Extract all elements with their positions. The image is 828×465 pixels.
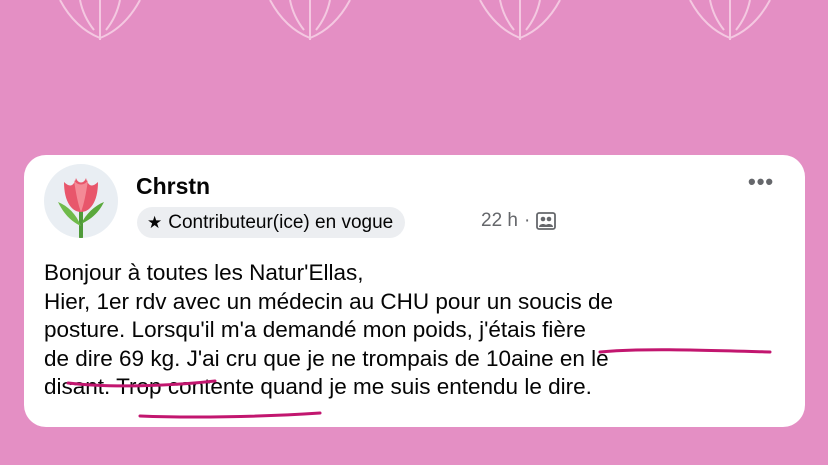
post-card: Chrstn ★ Contributeur(ice) en vogue 22 h… <box>24 155 805 427</box>
more-icon[interactable]: ••• <box>748 169 774 195</box>
author-name[interactable]: Chrstn <box>136 173 210 200</box>
tulip-icon <box>58 178 104 238</box>
post-meta: 22 h · <box>481 210 557 232</box>
badge[interactable]: ★ Contributeur(ice) en vogue <box>137 207 406 238</box>
post-line: Bonjour à toutes les Natur'Ellas, <box>44 260 364 285</box>
post-line: posture. Lorsqu'il m'a demandé mon poids… <box>44 317 586 342</box>
group-icon[interactable] <box>536 212 557 230</box>
timestamp[interactable]: 22 h <box>481 210 518 232</box>
meta-separator: · <box>523 210 531 231</box>
post-line: de dire 69 kg. J'ai cru que je ne trompa… <box>44 345 609 371</box>
post-line: Hier, 1er rdv avec un médecin au CHU pou… <box>44 288 614 314</box>
badge-label: Contributeur(ice) en vogue <box>168 211 394 233</box>
post-line: disant. Trop contente quand je me suis e… <box>44 374 592 399</box>
post-body: Bonjour à toutes les Natur'Ellas, Hier, … <box>44 259 789 402</box>
star-icon: ★ <box>147 213 163 232</box>
avatar[interactable] <box>44 164 118 238</box>
background-leaf-pattern <box>59 0 771 40</box>
